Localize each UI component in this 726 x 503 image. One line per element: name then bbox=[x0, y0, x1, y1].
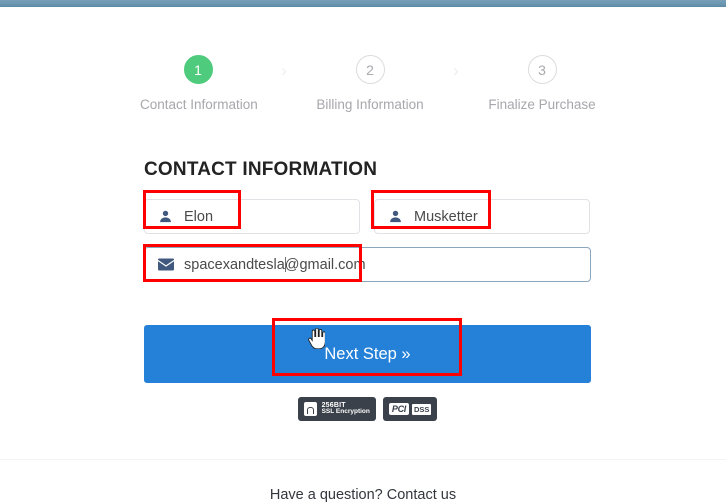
step-billing-information[interactable]: 2 Billing Information bbox=[312, 55, 428, 112]
user-icon bbox=[157, 208, 174, 225]
first-name-field[interactable]: Elon bbox=[144, 199, 360, 234]
first-name-value: Elon bbox=[184, 208, 214, 225]
ssl-badge-line2: SSL Encryption bbox=[321, 408, 370, 416]
contact-us-link[interactable]: Have a question? Contact us bbox=[0, 487, 726, 503]
step-contact-information[interactable]: 1 Contact Information bbox=[140, 55, 258, 112]
email-field[interactable]: spacexandtesla@gmail.com bbox=[144, 247, 591, 282]
trust-badges: 256BIT SSL Encryption PCI DSS bbox=[144, 397, 591, 421]
user-icon bbox=[387, 208, 404, 225]
ssl-badge-text: 256BIT SSL Encryption bbox=[322, 402, 370, 416]
checkout-stepper: 1 Contact Information › 2 Billing Inform… bbox=[140, 55, 600, 112]
step-3-circle: 3 bbox=[527, 55, 557, 84]
ssl-encryption-badge: 256BIT SSL Encryption bbox=[297, 397, 376, 421]
step-1-label: Contact Information bbox=[140, 97, 258, 112]
next-step-button[interactable]: Next Step » bbox=[144, 325, 591, 383]
chevron-right-icon-2: › bbox=[453, 61, 459, 80]
chevron-right-icon-1: › bbox=[281, 61, 287, 80]
last-name-field[interactable]: Musketter bbox=[374, 199, 590, 234]
step-finalize-purchase[interactable]: 3 Finalize Purchase bbox=[484, 55, 600, 112]
pci-dss-badge: PCI DSS bbox=[382, 397, 438, 421]
step-3-label: Finalize Purchase bbox=[488, 97, 596, 112]
dss-logo-mark: DSS bbox=[411, 403, 432, 415]
name-row: Elon Musketter bbox=[144, 199, 591, 234]
step-2-circle: 2 bbox=[355, 55, 385, 84]
top-accent-bar bbox=[0, 0, 726, 7]
step-2-label: Billing Information bbox=[316, 97, 424, 112]
contact-information-form: Elon Musketter spacexandtesla@gmail.com bbox=[144, 199, 591, 295]
email-row: spacexandtesla@gmail.com bbox=[144, 247, 591, 282]
last-name-value: Musketter bbox=[414, 208, 478, 225]
email-value: spacexandtesla@gmail.com bbox=[184, 256, 366, 273]
email-value-after-caret: @gmail.com bbox=[284, 256, 366, 273]
pci-logo-mark: PCI bbox=[388, 403, 409, 415]
page-title: CONTACT INFORMATION bbox=[144, 159, 378, 180]
checkout-page: 1 Contact Information › 2 Billing Inform… bbox=[0, 7, 726, 503]
envelope-icon bbox=[157, 256, 174, 273]
footer-divider bbox=[0, 459, 726, 460]
lock-icon bbox=[303, 402, 317, 416]
step-1-circle: 1 bbox=[183, 55, 213, 84]
email-value-before-caret: spacexandtesla bbox=[184, 256, 285, 273]
